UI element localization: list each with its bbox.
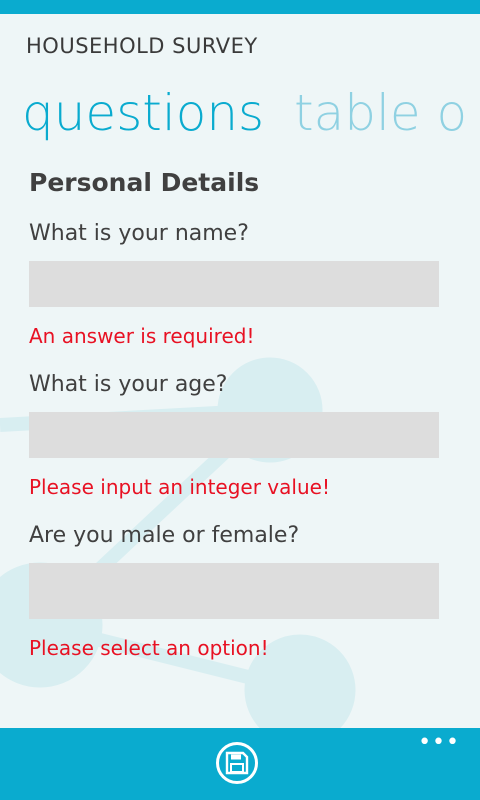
- validation-error: Please select an option!: [29, 636, 269, 660]
- pivot-header: questions table o: [22, 84, 480, 142]
- more-options-button[interactable]: •••: [418, 730, 460, 755]
- question-label: What is your name?: [29, 221, 249, 246]
- question-label: What is your age?: [29, 372, 228, 397]
- gender-select[interactable]: [29, 563, 439, 619]
- age-input[interactable]: [29, 412, 439, 458]
- tab-questions[interactable]: questions: [22, 84, 264, 142]
- question-name: What is your name? An answer is required…: [29, 221, 449, 348]
- validation-error: Please input an integer value!: [29, 475, 330, 499]
- tab-table[interactable]: table o: [294, 84, 467, 142]
- section-title: Personal Details: [29, 168, 260, 197]
- app-title: HOUSEHOLD SURVEY: [26, 34, 258, 58]
- survey-form: Personal Details What is your name? An a…: [29, 168, 449, 684]
- name-input[interactable]: [29, 261, 439, 307]
- question-age: What is your age? Please input an intege…: [29, 372, 449, 499]
- app-bar: •••: [0, 728, 480, 800]
- save-button[interactable]: [216, 742, 258, 784]
- save-icon: [225, 751, 249, 775]
- question-label: Are you male or female?: [29, 523, 300, 548]
- question-gender: Are you male or female? Please select an…: [29, 523, 449, 660]
- validation-error: An answer is required!: [29, 324, 255, 348]
